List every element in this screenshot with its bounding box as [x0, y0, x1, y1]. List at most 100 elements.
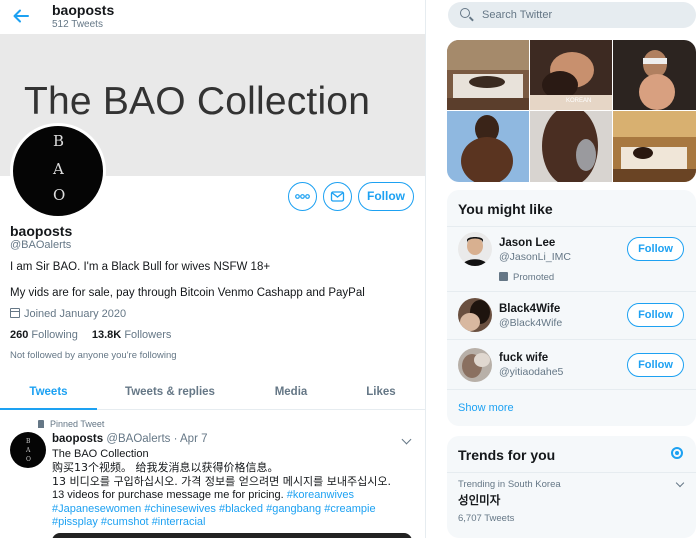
trend-name[interactable]: 성인미자 [458, 492, 500, 508]
gear-icon[interactable] [671, 447, 683, 459]
search-input[interactable]: Search Twitter [448, 2, 696, 28]
who-to-follow-card: You might like Jason Lee @JasonLi_IMC Pr… [447, 190, 696, 426]
avatar-letter: O [26, 456, 31, 463]
followers-link[interactable]: 13.8K Followers [92, 329, 172, 341]
profile-media-grid: KOREAN [447, 40, 696, 182]
avatar-letter: A [26, 447, 31, 454]
suggestion-name[interactable]: Jason Lee [499, 237, 555, 249]
tweet-avatar[interactable]: B A O [10, 432, 46, 468]
media-thumbnail[interactable] [613, 40, 696, 110]
joined-text: Joined January 2020 [24, 308, 127, 320]
media-thumbnail[interactable] [447, 40, 529, 110]
pinned-text: Pinned Tweet [50, 419, 105, 429]
envelope-icon [330, 191, 345, 202]
pinned-tweet-label: Pinned Tweet [38, 419, 104, 429]
hashtag-link[interactable]: #blacked [219, 503, 263, 515]
joined-date: Joined January 2020 [10, 308, 126, 320]
tweet-date[interactable]: · Apr 7 [174, 433, 208, 445]
tweet-author-handle: @BAOalerts [106, 433, 171, 445]
pin-icon [38, 420, 44, 428]
tweet-text-line: #pissplay #cumshot #interracial [52, 516, 206, 529]
tab-media[interactable]: Media [256, 374, 326, 410]
message-button[interactable] [323, 182, 352, 211]
divider [447, 472, 696, 473]
back-arrow-icon[interactable] [12, 7, 30, 25]
trends-title: Trends for you [458, 447, 556, 463]
trends-card: Trends for you Trending in South Korea 성… [447, 436, 696, 538]
followers-label: Followers [124, 329, 172, 341]
follow-button[interactable]: Follow [627, 353, 684, 377]
media-thumbnail[interactable]: KOREAN [530, 40, 612, 110]
profile-bio-line: I am Sir BAO. I'm a Black Bull for wives… [10, 261, 271, 273]
media-thumbnail[interactable] [613, 111, 696, 182]
tweet-media-preview[interactable] [52, 533, 412, 538]
hashtag-link[interactable]: #Japanesewomen [52, 503, 141, 515]
suggestion-name[interactable]: fuck wife [499, 352, 548, 364]
promoted-label: Promoted [499, 272, 554, 283]
ellipsis-icon [295, 194, 310, 199]
media-thumbnail[interactable] [447, 111, 529, 182]
tweet-text-line: 13 비디오를 구입하십시오. 가격 정보를 얻으려면 메시지를 보내주십시오. [52, 475, 391, 488]
hashtag-link[interactable]: #interracial [152, 516, 206, 528]
profile-name: baoposts [10, 223, 73, 239]
header-tweet-count: 512 Tweets [52, 19, 103, 30]
who-to-follow-title: You might like [458, 201, 553, 217]
hashtag-link[interactable]: #creampie [324, 503, 375, 515]
banner-text: The BAO Collection [24, 80, 371, 123]
hashtag-link[interactable]: #pissplay [52, 516, 98, 528]
divider [447, 291, 696, 292]
more-options-button[interactable] [288, 182, 317, 211]
following-link[interactable]: 260 Following [10, 329, 78, 341]
profile-column: baoposts 512 Tweets The BAO Collection B… [0, 0, 426, 538]
trend-context: Trending in South Korea [458, 479, 561, 490]
thumbnail-overlay-text: KOREAN [566, 98, 591, 104]
tab-likes[interactable]: Likes [346, 374, 416, 410]
tweet-text: 13 videos for purchase message me for pr… [52, 489, 287, 501]
tweet-author-name[interactable]: baoposts [52, 433, 103, 445]
followers-count: 13.8K [91, 329, 122, 341]
avatar-letter: O [53, 186, 66, 204]
hashtag-link[interactable]: #chinesewives [144, 503, 216, 515]
header-username: baoposts [52, 2, 115, 18]
tweet-text-line: 13 videos for purchase message me for pr… [52, 489, 354, 502]
chevron-down-icon[interactable] [675, 478, 685, 488]
media-thumbnail[interactable] [530, 111, 612, 182]
tweet-text-line: #Japanesewomen #chinesewives #blacked #g… [52, 503, 376, 516]
divider [447, 389, 696, 390]
hashtag-link[interactable]: #gangbang [266, 503, 321, 515]
profile-tabs: Tweets Tweets & replies Media Likes [0, 374, 425, 410]
promoted-text: Promoted [513, 272, 555, 283]
avatar-letter: B [53, 132, 65, 150]
avatar-letter: B [26, 438, 31, 445]
hashtag-link[interactable]: #koreanwives [287, 489, 354, 501]
divider [447, 226, 696, 227]
follow-button[interactable]: Follow [627, 237, 684, 261]
follow-button[interactable]: Follow [627, 303, 684, 327]
following-label: Following [31, 329, 78, 341]
suggestion-handle: @JasonLi_IMC [499, 251, 571, 263]
suggestion-name[interactable]: Black4Wife [499, 303, 560, 315]
tweet-text-line: 购买13个视频。 给我发消息以获得价格信息。 [52, 461, 279, 474]
profile-handle: @BAOalerts [10, 239, 72, 251]
follow-button[interactable]: Follow [358, 182, 414, 211]
tab-tweets-replies[interactable]: Tweets & replies [110, 374, 230, 410]
avatar[interactable] [458, 348, 492, 382]
tweet-text-line: The BAO Collection [52, 448, 149, 460]
show-more-link[interactable]: Show more [458, 402, 514, 414]
promoted-icon [499, 272, 508, 281]
profile-bio-line: My vids are for sale, pay through Bitcoi… [10, 287, 365, 299]
tweet-header: baoposts @BAOalerts · Apr 7 [52, 433, 208, 445]
tab-tweets[interactable]: Tweets [0, 374, 97, 410]
hashtag-link[interactable]: #cumshot [101, 516, 149, 528]
search-icon [460, 8, 470, 18]
trend-tweet-count: 6,707 Tweets [458, 513, 515, 524]
profile-avatar[interactable]: B A O [10, 123, 106, 219]
not-followed-notice: Not followed by anyone you're following [10, 350, 177, 361]
chevron-down-icon[interactable] [401, 434, 412, 445]
right-sidebar: Search Twitter KOREAN You might like Jas… [426, 0, 700, 538]
avatar[interactable] [458, 232, 492, 266]
following-count: 260 [10, 329, 29, 341]
suggestion-handle: @Black4Wife [499, 317, 563, 329]
profile-header-bar: baoposts 512 Tweets [0, 0, 425, 34]
avatar[interactable] [458, 298, 492, 332]
